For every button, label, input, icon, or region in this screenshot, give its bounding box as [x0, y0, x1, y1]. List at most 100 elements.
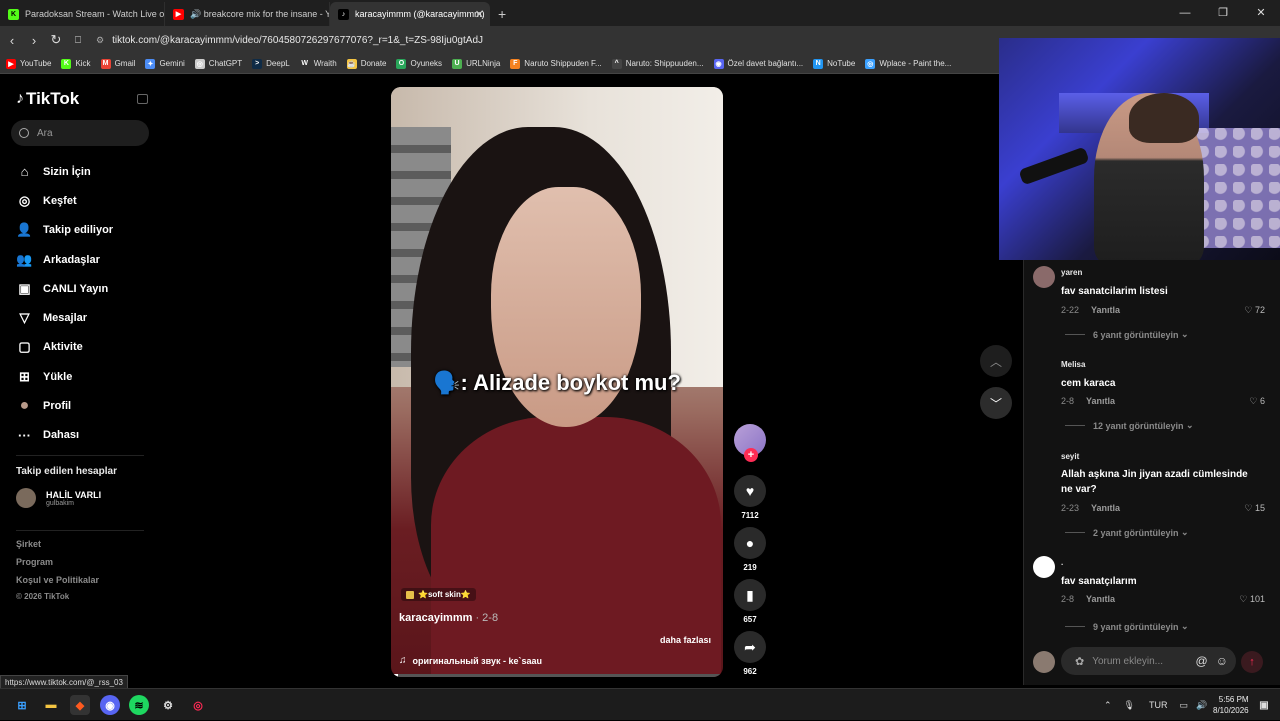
comment-like-button[interactable]: ♡ 6 — [1249, 396, 1265, 407]
bookmark-item[interactable]: F Naruto Shippuden F... — [510, 58, 602, 69]
comment-avatar[interactable] — [1033, 266, 1055, 288]
bookmark-item[interactable]: O Oyuneks — [396, 58, 442, 69]
sidebar-item-label: Arkadaşlar — [43, 253, 100, 266]
bookmark-item[interactable]: U URLNinja — [452, 58, 500, 69]
tray-expand-icon[interactable]: ⌃ — [1104, 700, 1112, 711]
sidebar-item-3[interactable]: 👤 Takip ediliyor — [16, 216, 113, 245]
clock[interactable]: 5:56 PM 8/10/2026 — [1213, 694, 1249, 716]
bookmark-item[interactable]: > DeepL — [252, 58, 290, 69]
restore-icon[interactable]: ❐ — [1204, 0, 1242, 26]
followed-account[interactable]: HALİL VARLI gulbakim — [16, 488, 101, 508]
comment-input[interactable]: ✿ Yorum ekleyin... @ ☺ — [1061, 647, 1236, 675]
bookmark-item[interactable]: ^ Naruto: Shippuuden... — [611, 58, 704, 69]
comment-username[interactable]: seyit — [1061, 452, 1079, 461]
reload-icon[interactable]: ↻ — [46, 32, 66, 48]
network-icon[interactable]: ▭ — [1179, 700, 1188, 711]
comment-like-button[interactable]: ♡ 101 — [1239, 594, 1265, 605]
footer-link-program[interactable]: Program — [16, 557, 53, 567]
more-link[interactable]: daha fazlası — [660, 635, 711, 645]
view-replies-button[interactable]: 12 yanıt görüntüleyin ⌄ — [1065, 420, 1194, 431]
bookmark-item[interactable]: ◎ ChatGPT — [194, 58, 242, 69]
site-info-icon[interactable]: ⚙ — [96, 35, 104, 46]
discord-icon[interactable]: ◉ — [100, 695, 120, 715]
bookmark-item[interactable]: ◉ Özel davet bağlantı... — [713, 58, 803, 69]
comment-username[interactable]: yaren — [1061, 268, 1082, 277]
comment-like-button[interactable]: ♡ 72 — [1244, 305, 1265, 316]
bookmark-favicon-icon: ▶ — [6, 58, 16, 69]
tiktok-logo[interactable]: ♪ TikTok — [16, 89, 79, 109]
collapse-sidebar-icon[interactable] — [137, 94, 148, 104]
sidebar-item-5[interactable]: ▣ CANLI Yayın — [16, 274, 113, 303]
spotify-icon[interactable]: ≋ — [129, 695, 149, 715]
follow-plus-icon[interactable]: + — [744, 448, 758, 462]
bookmark-item[interactable]: ◎ Wplace - Paint the... — [865, 58, 951, 69]
tab-title: karacayimmm (@karacayimmm) — [355, 9, 485, 19]
bookmark-item[interactable]: ✦ Gemini — [145, 58, 185, 69]
share-button[interactable]: ➦ 962 — [734, 631, 766, 676]
video-player[interactable]: 🗣️: Alizade boykot mu? ⭐soft skin⭐ karac… — [391, 87, 723, 677]
minimize-icon[interactable]: — — [1166, 0, 1204, 26]
video-sound[interactable]: ♫ оригинальный звук - ke`saau — [399, 655, 542, 666]
previous-video-button[interactable]: ︿ — [980, 345, 1012, 377]
view-replies-button[interactable]: 9 yanıt görüntüleyin ⌄ — [1065, 621, 1189, 632]
comment-like-button[interactable]: ♡ 15 — [1244, 503, 1265, 514]
comment-button[interactable]: ● 219 — [734, 527, 766, 572]
sidebar-item-9[interactable]: ● Profil — [16, 391, 113, 420]
browser-tab-youtube[interactable]: ▶ 🔊 breakcore mix for the insane - Yo — [165, 2, 330, 26]
close-window-icon[interactable]: ✕ — [1242, 0, 1280, 26]
sidebar-item-6[interactable]: ▽ Mesajlar — [16, 303, 113, 332]
search-input[interactable]: Ara — [11, 120, 149, 146]
bookmark-item[interactable]: N NoTube — [813, 58, 855, 69]
reply-button[interactable]: Yanıtla — [1091, 305, 1120, 316]
volume-icon[interactable]: 🔊 — [1196, 700, 1207, 711]
sidebar-item-10[interactable]: ··· Dahası — [16, 421, 113, 450]
reply-button[interactable]: Yanıtla — [1091, 503, 1120, 514]
steam-icon[interactable]: ⚙ — [158, 695, 178, 715]
emoji-icon[interactable]: ☺ — [1216, 654, 1228, 668]
comment-username[interactable]: Melisa — [1061, 360, 1085, 369]
comment-username[interactable]: . — [1061, 558, 1063, 567]
comment-avatar[interactable] — [1033, 556, 1055, 578]
browser-tab-kick[interactable]: K Paradoksan Stream - Watch Live on K — [0, 2, 165, 26]
sidebar-item-1[interactable]: ⌂ Sizin İçin — [16, 157, 113, 186]
view-replies-button[interactable]: 6 yanıt görüntüleyin ⌄ — [1065, 329, 1189, 340]
video-effect-tag[interactable]: ⭐soft skin⭐ — [401, 588, 476, 601]
reply-button[interactable]: Yanıtla — [1086, 594, 1115, 605]
sidebar-item-2[interactable]: ◎ Keşfet — [16, 186, 113, 215]
close-tab-icon[interactable]: ✕ — [475, 8, 484, 21]
browser-tab-tiktok[interactable]: ♪ karacayimmm (@karacayimmm) ✕ — [330, 2, 490, 26]
next-video-button[interactable]: ﹀ — [980, 387, 1012, 419]
bookmark-item[interactable]: ☕ Donate — [346, 58, 386, 69]
brave-browser-icon[interactable]: ◆ — [70, 695, 90, 715]
windows-start-icon[interactable]: ⊞ — [12, 695, 32, 715]
language-indicator[interactable]: TUR — [1149, 700, 1168, 710]
bookmark-item[interactable]: W Wraith — [299, 58, 337, 69]
save-button[interactable]: ▮ 657 — [734, 579, 766, 624]
sticker-icon[interactable]: ✿ — [1075, 655, 1084, 668]
footer-link-company[interactable]: Şirket — [16, 539, 41, 549]
microphone-icon[interactable]: 🎙 — [1124, 700, 1135, 711]
video-author[interactable]: karacayimmm · 2-8 — [399, 612, 498, 624]
mention-icon[interactable]: @ — [1196, 654, 1208, 668]
sidebar-item-8[interactable]: ⊞ Yükle — [16, 362, 113, 391]
notification-icon[interactable]: ▣ — [1254, 695, 1274, 715]
address-bar[interactable]: ⚙ tiktok.com/@karacayimmm/video/76045807… — [96, 35, 483, 46]
like-button[interactable]: ♥ 7112 — [734, 475, 766, 520]
bookmark-item[interactable]: M Gmail — [100, 58, 135, 69]
bookmark-item[interactable]: K Kick — [61, 58, 91, 69]
forward-icon[interactable]: › — [24, 33, 44, 48]
reply-button[interactable]: Yanıtla — [1086, 396, 1115, 407]
back-icon[interactable]: ‹ — [2, 33, 22, 48]
send-comment-button[interactable]: ↑ — [1241, 651, 1263, 673]
sidebar-item-7[interactable]: ▢ Aktivite — [16, 333, 113, 362]
footer-link-terms[interactable]: Koşul ve Politikalar — [16, 575, 99, 585]
bookmark-item[interactable]: ▶ YouTube — [6, 58, 51, 69]
file-explorer-icon[interactable]: ▬ — [41, 695, 61, 715]
bookmark-icon[interactable]: ⎕ — [68, 35, 88, 46]
app-icon[interactable]: ◎ — [188, 695, 208, 715]
video-progress-bar[interactable] — [391, 674, 723, 677]
video-username: karacayimmm — [399, 612, 473, 624]
new-tab-button[interactable]: + — [490, 2, 514, 26]
sidebar-item-4[interactable]: 👥 Arkadaşlar — [16, 245, 113, 274]
view-replies-button[interactable]: 2 yanıt görüntüleyin ⌄ — [1065, 527, 1189, 538]
